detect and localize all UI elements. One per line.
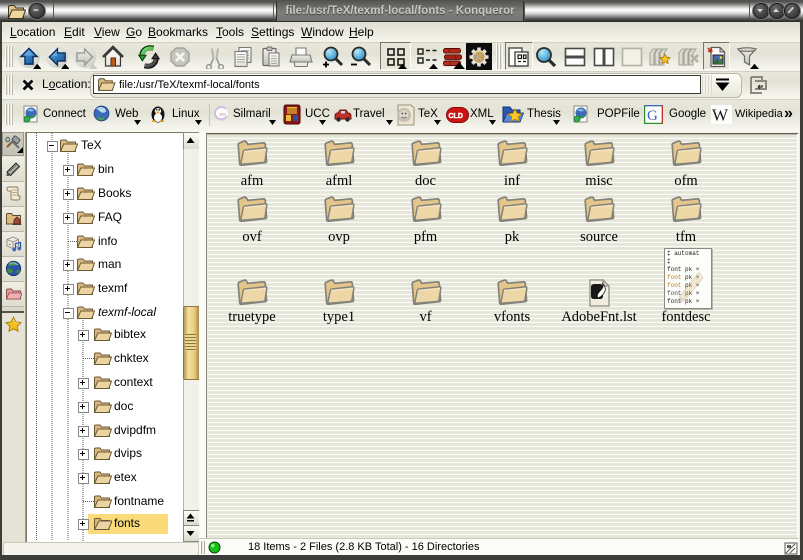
svg-text:CLD: CLD xyxy=(449,113,463,120)
svg-text:W: W xyxy=(712,106,729,125)
svg-text:silm: silm xyxy=(220,113,226,117)
svg-text:G: G xyxy=(647,108,658,124)
svg-text:K: K xyxy=(476,53,484,64)
